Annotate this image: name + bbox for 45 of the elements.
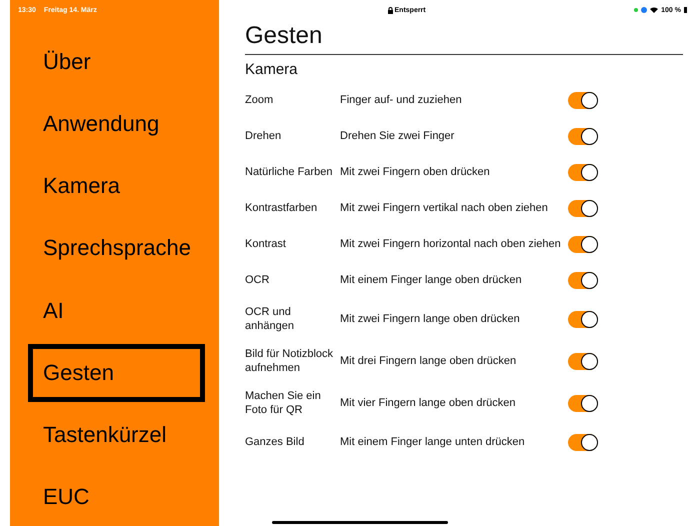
- battery-icon: [684, 7, 687, 13]
- gesture-toggle[interactable]: [568, 352, 598, 370]
- sidebar-item[interactable]: Kamera: [28, 157, 205, 216]
- gesture-toggle[interactable]: [568, 272, 598, 288]
- gesture-name: OCR und anhängen: [245, 305, 295, 333]
- gesture-toggle[interactable]: [568, 164, 598, 180]
- gesture-toggle[interactable]: [568, 310, 598, 328]
- sidebar-item[interactable]: Anwendung: [28, 95, 205, 154]
- gesture-name: Kontrastfarben: [245, 201, 318, 215]
- gesture-toggle[interactable]: [568, 128, 598, 144]
- gesture-description: Mit zwei Fingern vertikal nach oben ziehen: [340, 201, 549, 215]
- sidebar-item[interactable]: EUC: [28, 468, 205, 526]
- sidebar-item[interactable]: Über: [28, 33, 205, 92]
- sidebar-item[interactable]: Tastenkürzel: [28, 406, 205, 464]
- gesture-description: Finger auf- und zuziehen: [340, 93, 463, 107]
- gesture-description: Mit drei Fingern lange oben drücken: [340, 354, 518, 368]
- lock-icon: [388, 6, 392, 14]
- gesture-toggle[interactable]: [568, 236, 598, 252]
- gesture-name: Ganzes Bild: [245, 435, 306, 449]
- gesture-name: Zoom: [245, 93, 274, 107]
- gesture-description: Mit zwei Fingern lange oben drücken: [340, 312, 521, 326]
- gesture-name: Machen Sie ein Foto für QR: [245, 389, 322, 417]
- gesture-description: Mit vier Fingern lange oben drücken: [340, 396, 516, 410]
- sidebar-item[interactable]: Gesten: [28, 344, 205, 402]
- sidebar-item[interactable]: Sprechsprache: [28, 219, 205, 278]
- page-title: Gesten: [245, 22, 683, 55]
- gesture-description: Mit zwei Fingern horizontal nach oben ziehen: [340, 237, 562, 251]
- gesture-name: Bild für Notizblock aufnehmen: [245, 347, 334, 375]
- gesture-description: Mit zwei Fingern oben drücken: [340, 165, 491, 179]
- gesture-toggle[interactable]: [568, 394, 598, 412]
- gesture-name: Kontrast: [245, 237, 287, 251]
- circle-icon: [641, 7, 648, 13]
- dot-icon: [634, 8, 638, 12]
- gesture-name: Drehen: [245, 129, 282, 143]
- sidebar-item[interactable]: AI: [28, 282, 205, 340]
- gesture-name: Natürliche Farben: [245, 165, 334, 179]
- wifi-icon: [650, 7, 658, 13]
- gesture-name: OCR: [245, 273, 270, 287]
- gesture-description: Mit einem Finger lange unten drücken: [340, 435, 526, 449]
- gesture-toggle[interactable]: [568, 434, 598, 450]
- gesture-description: Mit einem Finger lange oben drücken: [340, 273, 523, 287]
- gesture-toggle[interactable]: [568, 200, 598, 216]
- gesture-description: Drehen Sie zwei Finger: [340, 129, 456, 143]
- section-heading: Kamera: [245, 61, 299, 78]
- gesture-toggle[interactable]: [568, 92, 598, 108]
